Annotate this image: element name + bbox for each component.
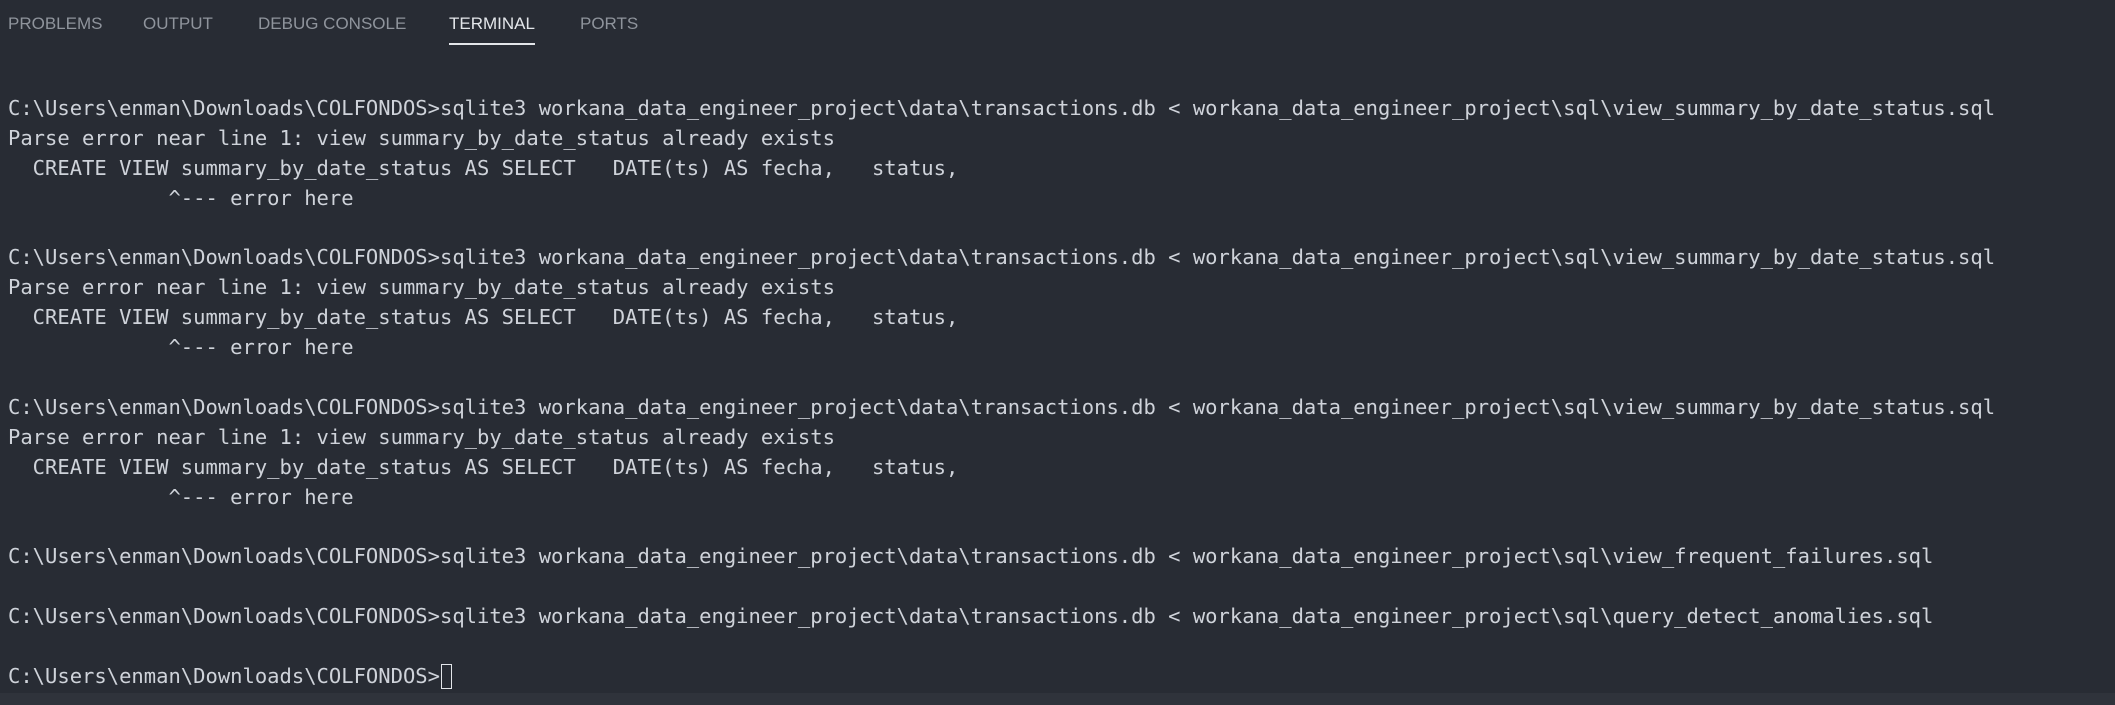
terminal-prompt-line[interactable]: C:\Users\enman\Downloads\COLFONDOS> [8,662,2108,692]
tab-terminal-label: TERMINAL [449,14,535,33]
panel-bottom-edge [0,693,2115,705]
terminal-line: Parse error near line 1: view summary_by… [8,125,835,150]
terminal-output[interactable]: C:\Users\enman\Downloads\COLFONDOS>sqlit… [8,94,2108,694]
tab-output[interactable]: OUTPUT [143,0,213,45]
tab-problems[interactable]: PROBLEMS [8,0,102,45]
tab-problems-label: PROBLEMS [8,14,103,33]
tab-debug-console[interactable]: DEBUG CONSOLE [258,0,406,45]
terminal-line: Parse error near line 1: view summary_by… [8,275,835,300]
active-tab-indicator [449,43,535,45]
terminal-line: CREATE VIEW summary_by_date_status AS SE… [8,155,959,180]
terminal-line: Parse error near line 1: view summary_by… [8,424,835,449]
terminal-line: ^--- error here [8,185,354,210]
tab-debug-console-label: DEBUG CONSOLE [258,14,407,33]
terminal-line: C:\Users\enman\Downloads\COLFONDOS>sqlit… [8,604,1934,629]
terminal-line: CREATE VIEW summary_by_date_status AS SE… [8,454,959,479]
tab-output-label: OUTPUT [143,14,213,33]
tab-ports[interactable]: PORTS [580,0,638,45]
terminal-line: ^--- error here [8,335,354,360]
terminal-cursor [440,663,452,689]
terminal-prompt: C:\Users\enman\Downloads\COLFONDOS> [8,663,440,688]
panel-tab-bar: PROBLEMS OUTPUT DEBUG CONSOLE TERMINAL P… [0,0,2115,48]
terminal-line: ^--- error here [8,484,354,509]
terminal-panel: PROBLEMS OUTPUT DEBUG CONSOLE TERMINAL P… [0,0,2115,705]
terminal-line: C:\Users\enman\Downloads\COLFONDOS>sqlit… [8,245,1996,270]
tab-terminal[interactable]: TERMINAL [449,0,535,45]
tab-ports-label: PORTS [580,14,639,33]
terminal-line: C:\Users\enman\Downloads\COLFONDOS>sqlit… [8,394,1996,419]
terminal-line: CREATE VIEW summary_by_date_status AS SE… [8,305,959,330]
terminal-line: C:\Users\enman\Downloads\COLFONDOS>sqlit… [8,544,1934,569]
terminal-line: C:\Users\enman\Downloads\COLFONDOS>sqlit… [8,96,1996,120]
